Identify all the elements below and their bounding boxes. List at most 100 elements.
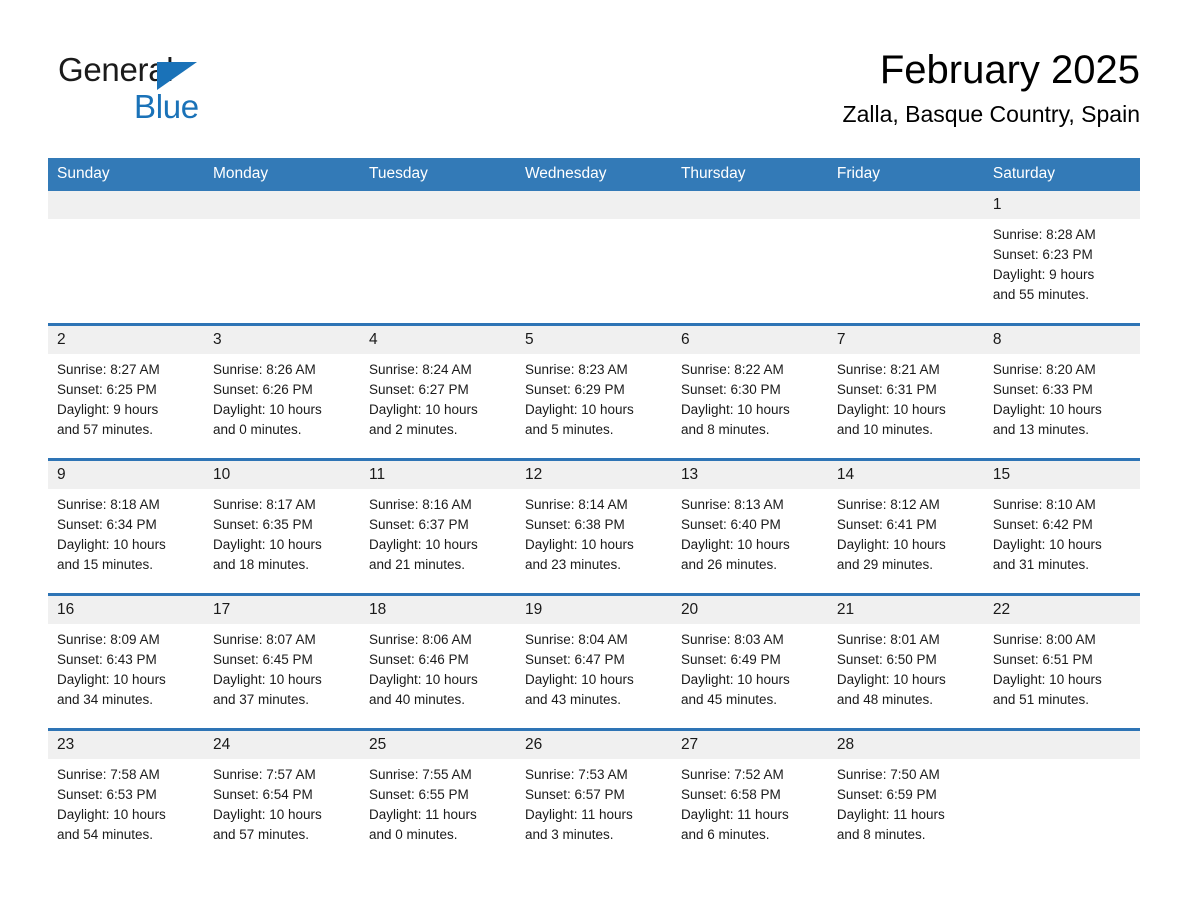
daylight-text-line2: and 3 minutes.	[524, 827, 614, 842]
weekday-header-wednesday: Wednesday	[515, 158, 672, 191]
day-number: 10	[203, 461, 360, 489]
daylight-text-line1: Daylight: 9 hours	[992, 267, 1095, 282]
weekday-header-friday: Friday	[827, 158, 984, 191]
calendar-day-cell[interactable]: 4 Sunrise: 8:24 AM Sunset: 6:27 PM Daylight…	[359, 323, 516, 460]
calendar-day-cell[interactable]: 13 Sunrise: 8:13 AM Sunset: 6:40 PM Dayligh…	[671, 458, 828, 595]
day-number: 11	[359, 461, 516, 489]
calendar-day-cell[interactable]: 8 Sunrise: 8:20 AM Sunset: 6:33 PM Daylight…	[983, 323, 1140, 460]
sunset-text: Sunset: 6:59 PM	[836, 787, 937, 802]
day-number: 9	[48, 461, 204, 489]
day-details: Sunrise: 7:53 AM Sunset: 6:57 PM Daylight:…	[516, 759, 672, 845]
calendar-day-cell[interactable]: 22 Sunrise: 8:00 AM Sunset: 6:51 PM Dayligh…	[983, 593, 1140, 730]
calendar-day-cell[interactable]: 27 Sunrise: 7:52 AM Sunset: 6:58 PM Dayligh…	[671, 728, 828, 863]
day-number: 12	[515, 461, 672, 489]
sunrise-text: Sunrise: 8:12 AM	[836, 497, 940, 512]
sunset-text: Sunset: 6:27 PM	[368, 382, 469, 397]
daylight-text-line1: Daylight: 10 hours	[992, 672, 1102, 687]
daylight-text-line2: and 21 minutes.	[368, 557, 466, 572]
calendar-week-row: 1 Sunrise: 8:28 AM Sunset: 6:23 PM Daylight…	[48, 191, 1140, 325]
day-number: 18	[359, 596, 516, 624]
day-number	[48, 191, 204, 219]
sunrise-text: Sunrise: 7:57 AM	[212, 767, 316, 782]
sunrise-text: Sunrise: 8:20 AM	[992, 362, 1096, 377]
day-number: 2	[48, 326, 204, 354]
day-number	[983, 731, 1140, 759]
day-number	[203, 191, 360, 219]
calendar-day-cell[interactable]: 28 Sunrise: 7:50 AM Sunset: 6:59 PM Dayligh…	[827, 728, 984, 863]
day-number: 27	[671, 731, 828, 759]
sunrise-text: Sunrise: 8:13 AM	[680, 497, 784, 512]
calendar-day-cell[interactable]: 25 Sunrise: 7:55 AM Sunset: 6:55 PM Dayligh…	[359, 728, 516, 863]
calendar-day-cell[interactable]: 7 Sunrise: 8:21 AM Sunset: 6:31 PM Daylight…	[827, 323, 984, 460]
calendar-day-cell[interactable]: 24 Sunrise: 7:57 AM Sunset: 6:54 PM Dayligh…	[203, 728, 360, 863]
day-number: 6	[671, 326, 828, 354]
daylight-text-line2: and 26 minutes.	[680, 557, 777, 572]
sunset-text: Sunset: 6:50 PM	[836, 652, 937, 667]
calendar-day-cell[interactable]: 11 Sunrise: 8:16 AM Sunset: 6:37 PM Dayligh…	[359, 458, 516, 595]
calendar-day-cell[interactable]: 19 Sunrise: 8:04 AM Sunset: 6:47 PM Dayligh…	[515, 593, 672, 730]
daylight-text-line1: Daylight: 9 hours	[57, 402, 159, 417]
calendar-day-cell-empty	[203, 191, 360, 325]
calendar-day-cell[interactable]: 23 Sunrise: 7:58 AM Sunset: 6:53 PM Dayligh…	[48, 728, 204, 863]
day-number: 17	[203, 596, 360, 624]
sunset-text: Sunset: 6:49 PM	[680, 652, 781, 667]
daylight-text-line1: Daylight: 10 hours	[836, 537, 946, 552]
sunrise-text: Sunrise: 8:07 AM	[212, 632, 316, 647]
sunrise-text: Sunrise: 8:28 AM	[992, 227, 1096, 242]
day-details: Sunrise: 8:21 AM Sunset: 6:31 PM Daylight:…	[828, 354, 984, 440]
sunset-text: Sunset: 6:29 PM	[524, 382, 625, 397]
calendar-week-row: 9 Sunrise: 8:18 AM Sunset: 6:34 PM Daylight…	[48, 458, 1140, 595]
sunrise-text: Sunrise: 7:52 AM	[680, 767, 784, 782]
calendar-day-cell[interactable]: 2 Sunrise: 8:27 AM Sunset: 6:25 PM Daylight…	[48, 323, 204, 460]
sunset-text: Sunset: 6:33 PM	[992, 382, 1093, 397]
calendar-day-cell[interactable]: 17 Sunrise: 8:07 AM Sunset: 6:45 PM Dayligh…	[203, 593, 360, 730]
calendar-day-cell[interactable]: 10 Sunrise: 8:17 AM Sunset: 6:35 PM Dayligh…	[203, 458, 360, 595]
calendar-day-cell[interactable]: 16 Sunrise: 8:09 AM Sunset: 6:43 PM Dayligh…	[48, 593, 204, 730]
day-number: 23	[48, 731, 204, 759]
calendar-day-cell[interactable]: 21 Sunrise: 8:01 AM Sunset: 6:50 PM Dayligh…	[827, 593, 984, 730]
daylight-text-line1: Daylight: 10 hours	[368, 402, 478, 417]
day-number: 1	[983, 191, 1140, 219]
day-details: Sunrise: 8:17 AM Sunset: 6:35 PM Daylight:…	[204, 489, 360, 575]
daylight-text-line1: Daylight: 11 hours	[680, 807, 789, 822]
calendar-day-cell[interactable]: 18 Sunrise: 8:06 AM Sunset: 6:46 PM Dayligh…	[359, 593, 516, 730]
logo-text-blue: Blue	[134, 88, 199, 125]
calendar-day-cell[interactable]: 3 Sunrise: 8:26 AM Sunset: 6:26 PM Daylight…	[203, 323, 360, 460]
daylight-text-line1: Daylight: 10 hours	[992, 537, 1102, 552]
sunrise-text: Sunrise: 8:03 AM	[680, 632, 784, 647]
calendar-day-cell[interactable]: 5 Sunrise: 8:23 AM Sunset: 6:29 PM Daylight…	[515, 323, 672, 460]
daylight-text-line2: and 31 minutes.	[992, 557, 1089, 572]
day-number: 20	[671, 596, 828, 624]
calendar-body: 1 Sunrise: 8:28 AM Sunset: 6:23 PM Daylight…	[48, 191, 1140, 863]
day-details: Sunrise: 7:55 AM Sunset: 6:55 PM Daylight:…	[360, 759, 516, 845]
calendar-day-cell[interactable]: 12 Sunrise: 8:14 AM Sunset: 6:38 PM Dayligh…	[515, 458, 672, 595]
calendar-day-cell[interactable]: 15 Sunrise: 8:10 AM Sunset: 6:42 PM Dayligh…	[983, 458, 1140, 595]
weekday-header-row: Sunday Monday Tuesday Wednesday Thursday…	[48, 158, 1140, 191]
weekday-header-sunday: Sunday	[48, 158, 204, 191]
sunset-text: Sunset: 6:55 PM	[368, 787, 469, 802]
sunset-text: Sunset: 6:35 PM	[212, 517, 313, 532]
calendar-day-cell[interactable]: 14 Sunrise: 8:12 AM Sunset: 6:41 PM Dayligh…	[827, 458, 984, 595]
daylight-text-line2: and 29 minutes.	[836, 557, 933, 572]
calendar-day-cell[interactable]: 1 Sunrise: 8:28 AM Sunset: 6:23 PM Daylight…	[983, 191, 1140, 325]
calendar-day-cell[interactable]: 20 Sunrise: 8:03 AM Sunset: 6:49 PM Dayligh…	[671, 593, 828, 730]
sunset-text: Sunset: 6:30 PM	[680, 382, 781, 397]
daylight-text-line2: and 40 minutes.	[368, 692, 466, 707]
day-details: Sunrise: 8:18 AM Sunset: 6:34 PM Daylight:…	[48, 489, 204, 575]
day-number: 7	[827, 326, 984, 354]
day-details: Sunrise: 8:23 AM Sunset: 6:29 PM Daylight:…	[516, 354, 672, 440]
sunset-text: Sunset: 6:42 PM	[992, 517, 1093, 532]
day-number: 24	[203, 731, 360, 759]
daylight-text-line2: and 0 minutes.	[212, 422, 302, 437]
sunrise-text: Sunrise: 7:58 AM	[57, 767, 160, 782]
day-number: 15	[983, 461, 1140, 489]
day-details: Sunrise: 8:12 AM Sunset: 6:41 PM Daylight:…	[828, 489, 984, 575]
calendar-day-cell[interactable]: 6 Sunrise: 8:22 AM Sunset: 6:30 PM Daylight…	[671, 323, 828, 460]
sunrise-text: Sunrise: 7:55 AM	[368, 767, 472, 782]
calendar-day-cell[interactable]: 9 Sunrise: 8:18 AM Sunset: 6:34 PM Daylight…	[48, 458, 204, 595]
sunset-text: Sunset: 6:37 PM	[368, 517, 469, 532]
calendar-day-cell[interactable]: 26 Sunrise: 7:53 AM Sunset: 6:57 PM Dayligh…	[515, 728, 672, 863]
day-details: Sunrise: 8:00 AM Sunset: 6:51 PM Daylight:…	[984, 624, 1140, 710]
weekday-header-saturday: Saturday	[983, 158, 1140, 191]
day-details: Sunrise: 7:52 AM Sunset: 6:58 PM Daylight:…	[672, 759, 828, 845]
